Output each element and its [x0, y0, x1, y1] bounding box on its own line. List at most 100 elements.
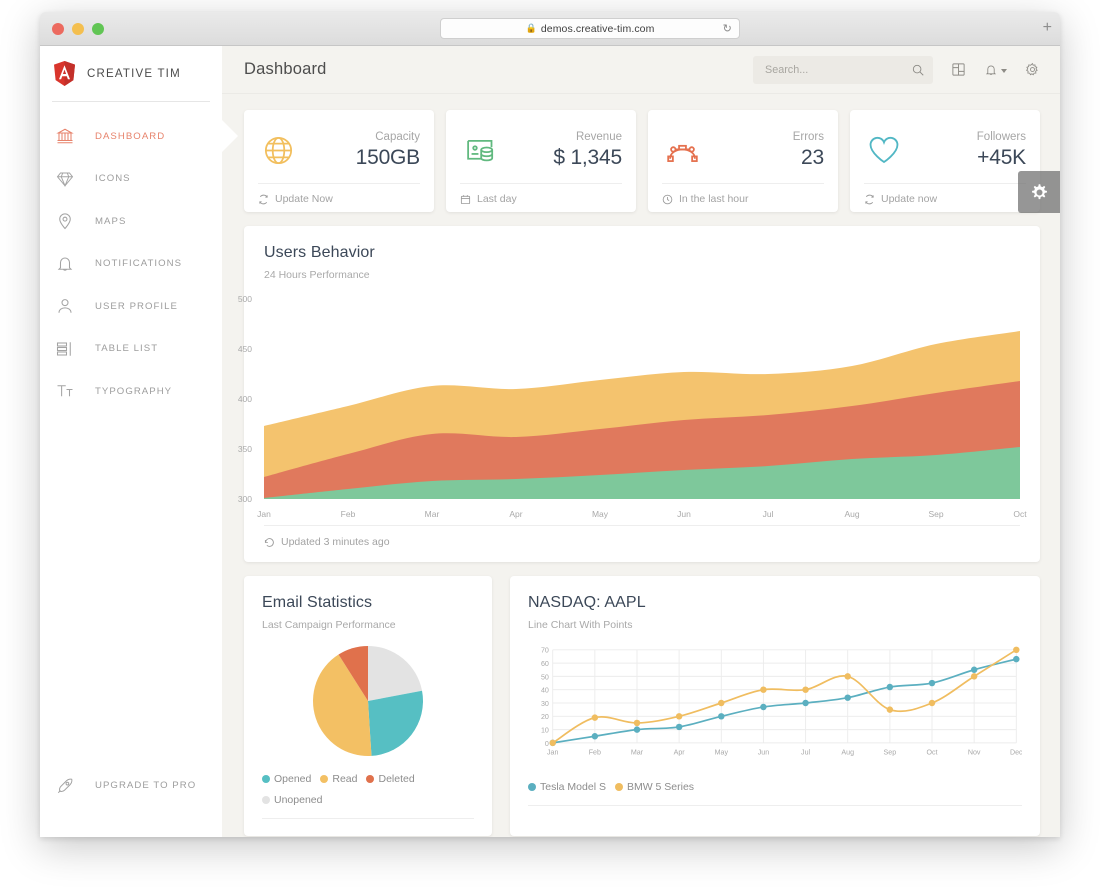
clock-icon: [662, 194, 673, 205]
svg-text:Nov: Nov: [968, 748, 981, 756]
svg-text:20: 20: [541, 713, 549, 721]
stat-footer[interactable]: Update Now: [258, 184, 420, 214]
maximize-window-button[interactable]: [92, 23, 104, 35]
sidebar: CREATIVE TIM DASHBOARD ICONS: [40, 46, 222, 837]
svg-text:Oct: Oct: [926, 748, 937, 756]
x-axis-tick: Jan: [257, 509, 271, 519]
svg-text:60: 60: [541, 660, 549, 668]
sidebar-item-label: ICONS: [95, 173, 131, 184]
legend-item[interactable]: Unopened: [262, 794, 322, 806]
legend-swatch: [262, 796, 270, 804]
sidebar-item-table-list[interactable]: TABLE LIST: [40, 328, 222, 371]
svg-text:Jun: Jun: [758, 748, 770, 756]
users-behavior-card: Users Behavior 24 Hours Performance 3003…: [244, 226, 1040, 562]
bezier-curve-icon: [662, 130, 702, 170]
page-title: Dashboard: [244, 60, 327, 79]
sidebar-item-user-profile[interactable]: USER PROFILE: [40, 285, 222, 328]
svg-text:30: 30: [541, 700, 549, 708]
legend-item[interactable]: Opened: [262, 773, 311, 785]
svg-text:Mar: Mar: [631, 748, 644, 756]
sidebar-item-maps[interactable]: MAPS: [40, 200, 222, 243]
stats-row: Capacity 150GB Update Now: [244, 110, 1040, 212]
svg-text:Apr: Apr: [674, 748, 686, 756]
legend-swatch: [615, 783, 623, 791]
search-icon[interactable]: [911, 63, 925, 77]
table-list-icon: [56, 338, 82, 360]
sidebar-item-upgrade-to-pro[interactable]: UPGRADE TO PRO: [40, 765, 222, 808]
bell-icon: [56, 253, 82, 275]
stat-footer[interactable]: Last day: [460, 184, 622, 214]
updated-text: Updated 3 minutes ago: [281, 536, 390, 548]
line-legend: Tesla Model S BMW 5 Series: [528, 781, 1022, 793]
area-chart-svg: [264, 299, 1020, 499]
stat-label: Capacity: [356, 130, 420, 145]
y-axis-tick: 450: [238, 344, 264, 354]
sidebar-item-typography[interactable]: TYPOGRAPHY: [40, 370, 222, 413]
sidebar-item-icons[interactable]: ICONS: [40, 158, 222, 201]
settings-gear-icon[interactable]: [1025, 62, 1040, 77]
legend-swatch: [262, 775, 270, 783]
reload-icon[interactable]: ↻: [723, 22, 732, 35]
gear-icon: [1030, 183, 1049, 202]
minimize-window-button[interactable]: [72, 23, 84, 35]
brand[interactable]: CREATIVE TIM: [40, 46, 222, 101]
sidebar-item-label: NOTIFICATIONS: [95, 258, 182, 269]
x-axis-tick: Oct: [1013, 509, 1026, 519]
y-axis-tick: 400: [238, 394, 264, 404]
nasdaq-line-chart: 010203040506070JanFebMarAprMayJunJulAugS…: [528, 643, 1022, 763]
svg-text:Sep: Sep: [884, 748, 897, 756]
map-pin-icon: [56, 210, 82, 232]
sidebar-item-label: TYPOGRAPHY: [95, 386, 172, 397]
bank-icon: [56, 125, 82, 147]
sidebar-item-dashboard[interactable]: DASHBOARD: [40, 115, 222, 158]
legend-label: Opened: [274, 773, 311, 785]
address-bar-url: demos.creative-tim.com: [541, 23, 655, 35]
new-tab-button[interactable]: +: [1043, 22, 1052, 34]
legend-label: BMW 5 Series: [627, 781, 694, 793]
search-box[interactable]: [753, 56, 933, 84]
stat-value: +45K: [977, 145, 1026, 171]
wallet-money-icon: [460, 130, 500, 170]
legend-item[interactable]: Deleted: [366, 773, 414, 785]
sidebar-item-label: USER PROFILE: [95, 301, 178, 312]
x-axis-tick: Jun: [677, 509, 691, 519]
stat-value: $ 1,345: [553, 145, 622, 171]
card-subtitle: Line Chart With Points: [528, 619, 1022, 631]
notifications-bell-icon[interactable]: [984, 63, 1007, 77]
chevron-down-icon: [1001, 69, 1007, 73]
svg-text:40: 40: [541, 687, 549, 695]
stat-footer[interactable]: Update now: [864, 184, 1026, 214]
stat-footer-text: In the last hour: [679, 193, 748, 205]
sidebar-item-notifications[interactable]: NOTIFICATIONS: [40, 243, 222, 286]
svg-text:Jul: Jul: [801, 748, 811, 756]
legend-item[interactable]: Tesla Model S: [528, 781, 606, 793]
divider: [528, 805, 1022, 806]
settings-floating-button[interactable]: [1018, 171, 1060, 213]
svg-text:May: May: [715, 748, 729, 756]
y-axis-tick: 500: [238, 294, 264, 304]
x-axis-tick: Apr: [509, 509, 522, 519]
stat-value: 23: [793, 145, 824, 171]
y-axis-tick: 300: [238, 494, 264, 504]
user-icon: [56, 295, 82, 317]
updated-status: Updated 3 minutes ago: [264, 536, 1020, 548]
close-window-button[interactable]: [52, 23, 64, 35]
stat-value: 150GB: [356, 145, 420, 171]
svg-text:Feb: Feb: [589, 748, 601, 756]
window-controls[interactable]: [52, 23, 104, 35]
search-input[interactable]: [765, 64, 911, 76]
legend-item[interactable]: Read: [320, 773, 357, 785]
stat-footer-text: Last day: [477, 193, 517, 205]
legend-label: Deleted: [378, 773, 414, 785]
card-title: Email Statistics: [262, 594, 474, 612]
sidebar-item-label: DASHBOARD: [95, 131, 165, 142]
card-title: Users Behavior: [264, 244, 1020, 262]
legend-item[interactable]: BMW 5 Series: [615, 781, 694, 793]
divider: [264, 525, 1020, 526]
users-behavior-chart: 300350400450500 JanFebMarAprMayJunJulAug…: [264, 299, 1020, 499]
address-bar[interactable]: 🔒 demos.creative-tim.com ↻: [440, 18, 740, 39]
calendar-icon: [460, 194, 471, 205]
sidebar-item-label: MAPS: [95, 216, 126, 227]
grid-dashboard-icon[interactable]: [951, 62, 966, 77]
stat-footer[interactable]: In the last hour: [662, 184, 824, 214]
